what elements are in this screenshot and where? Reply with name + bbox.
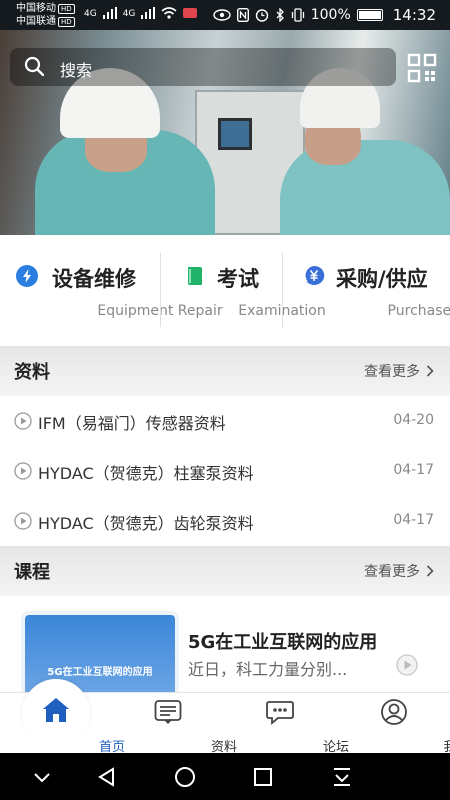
document-title: HYDAC（贺德克）柱塞泵资料: [38, 464, 254, 483]
network-type-2: 4G: [122, 9, 136, 19]
qr-scan-icon[interactable]: [407, 53, 437, 83]
courses-section-header: 课程 查看更多: [0, 546, 450, 596]
category-row: 设备维修 Equipment Repair 考试 Examination 采购/…: [0, 235, 450, 345]
banner-worker-right: [280, 140, 450, 235]
section-title: 资料: [14, 362, 50, 383]
profile-icon: [381, 699, 407, 725]
hd-badge: HD: [58, 4, 75, 14]
tab-materials[interactable]: 资料: [112, 693, 237, 755]
play-circle-icon[interactable]: [396, 654, 418, 676]
hd-badge-2: HD: [58, 17, 75, 27]
signal-icon: [102, 7, 117, 19]
course-thumbnail-text: 5G在工业互联网的应用: [47, 667, 153, 678]
category-subtitle: Purchase / Supply: [387, 303, 450, 319]
wifi-icon: [161, 7, 177, 19]
notification-icon: [183, 8, 198, 18]
section-title: 课程: [14, 562, 50, 583]
notification-pull-icon[interactable]: [330, 765, 354, 789]
status-right: 100% 14:32: [213, 6, 436, 24]
clock: 14:32: [392, 6, 436, 24]
document-date: 04-17: [393, 512, 434, 528]
yen-icon: [304, 265, 325, 286]
banner-screen: [218, 118, 252, 150]
alarm-icon: [255, 9, 268, 22]
list-item[interactable]: HYDAC（贺德克）齿轮泵资料 04-17: [0, 496, 450, 546]
materials-view-more-link[interactable]: 查看更多: [364, 361, 434, 381]
back-icon[interactable]: [95, 765, 119, 789]
signal-indicators: 4G 4G: [84, 7, 198, 19]
chevron-right-icon: [426, 565, 434, 577]
document-date: 04-17: [393, 462, 434, 478]
play-circle-icon: [14, 512, 32, 530]
document-icon: [154, 700, 182, 724]
home-circle-icon[interactable]: [173, 765, 197, 789]
tab-forum[interactable]: 论坛: [224, 693, 349, 755]
chevron-down-icon[interactable]: [30, 765, 54, 789]
nfc-icon: [236, 8, 249, 22]
category-title: 考试: [217, 267, 259, 291]
carrier-info: 中国移动 HD 中国联通 HD: [16, 2, 75, 28]
category-purchase-supply[interactable]: 采购/供应 Purchase / Supply: [282, 235, 450, 345]
category-examination[interactable]: 考试 Examination: [160, 235, 326, 345]
courses-view-more-link[interactable]: 查看更多: [364, 561, 434, 581]
carrier-2: 中国联通: [16, 16, 56, 27]
category-title: 采购/供应: [336, 267, 428, 291]
category-equipment-repair[interactable]: 设备维修 Equipment Repair: [0, 235, 223, 345]
tab-me[interactable]: 我: [338, 693, 450, 755]
chevron-right-icon: [426, 365, 434, 377]
document-date: 04-20: [393, 412, 434, 428]
battery-percent: 100%: [310, 7, 351, 23]
list-item[interactable]: IFM（易福门）传感器资料 04-20: [0, 396, 450, 446]
play-circle-icon: [14, 462, 32, 480]
search-bar[interactable]: 搜索: [10, 48, 396, 86]
category-title: 设备维修: [52, 267, 136, 291]
system-navigation-bar: [0, 753, 450, 800]
search-input[interactable]: 搜索: [60, 57, 92, 81]
app-screen: 中国移动 HD 中国联通 HD 4G 4G 100% 14:32 搜索 设备维修…: [0, 0, 450, 800]
course-description: 近日，科工力量分别...: [188, 660, 348, 679]
home-icon: [43, 698, 69, 722]
view-more-label: 查看更多: [364, 364, 420, 380]
signal-icon-2: [141, 7, 156, 19]
chat-icon: [266, 701, 294, 725]
play-circle-icon: [14, 412, 32, 430]
list-item[interactable]: HYDAC（贺德克）柱塞泵资料 04-17: [0, 446, 450, 496]
eye-icon: [213, 9, 231, 21]
document-title: IFM（易福门）传感器资料: [38, 414, 226, 433]
search-icon: [24, 56, 44, 76]
materials-section-header: 资料 查看更多: [0, 346, 450, 396]
tab-home[interactable]: 首页: [0, 679, 125, 755]
bluetooth-icon: [276, 8, 284, 22]
battery-icon: [356, 9, 383, 21]
recents-icon[interactable]: [251, 765, 275, 789]
status-bar: 中国移动 HD 中国联通 HD 4G 4G 100% 14:32: [0, 0, 450, 30]
lightning-icon: [16, 265, 38, 287]
carrier-1: 中国移动: [16, 3, 56, 14]
network-type-1: 4G: [84, 9, 97, 19]
document-title: HYDAC（贺德克）齿轮泵资料: [38, 514, 254, 533]
course-title[interactable]: 5G在工业互联网的应用: [188, 628, 377, 654]
book-icon: [188, 267, 202, 285]
vibrate-icon: [291, 8, 304, 22]
view-more-label: 查看更多: [364, 564, 420, 580]
bottom-tab-bar: 首页 资料 论坛 我: [0, 679, 450, 755]
